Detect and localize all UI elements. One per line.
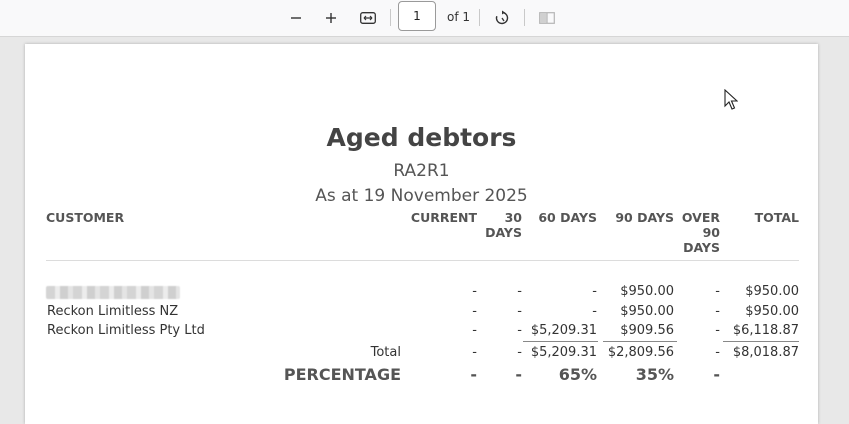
- mouse-cursor-icon: [724, 89, 738, 110]
- percentage-over-90: -: [713, 365, 720, 384]
- total-60-days: $5,209.31: [530, 345, 597, 360]
- cell-current: -: [472, 304, 477, 319]
- cell-current: -: [472, 323, 477, 338]
- cell-total: $950.00: [745, 304, 799, 319]
- header-over-line: OVER: [681, 210, 720, 225]
- toolbar-divider: [524, 9, 525, 26]
- cell-30-days: -: [517, 284, 522, 299]
- pdf-toolbar: of 1: [0, 0, 849, 37]
- cell-over-90: -: [715, 323, 720, 338]
- percentage-current: -: [470, 365, 477, 384]
- percentage-30-days: -: [515, 365, 522, 384]
- plus-icon: [326, 13, 336, 23]
- cell-over-90: -: [715, 304, 720, 319]
- page-count-label: of 1: [447, 10, 471, 24]
- cell-total: $6,118.87: [732, 323, 799, 338]
- rotate-icon: [495, 10, 509, 25]
- header-over-line: 90: [702, 225, 720, 240]
- header-30-days-line: DAYS: [485, 225, 522, 240]
- header-60-days: 60 DAYS: [538, 210, 597, 225]
- report-page: Aged debtors RA2R1 As at 19 November 202…: [25, 44, 818, 424]
- report-subtitle: RA2R1: [393, 161, 450, 181]
- cell-over-90: -: [715, 284, 720, 299]
- page-number-input[interactable]: [398, 1, 436, 31]
- total-30-days: -: [517, 345, 522, 360]
- toolbar-divider: [479, 9, 480, 26]
- percentage-60-days: 65%: [558, 365, 597, 384]
- two-page-icon: [539, 12, 555, 24]
- cell-total: $950.00: [745, 284, 799, 299]
- customer-name: Reckon Limitless NZ: [47, 304, 179, 319]
- header-over-90-days: OVER 90 DAYS: [675, 210, 720, 255]
- fit-width-icon: [360, 12, 376, 24]
- subtotal-line: [523, 341, 598, 342]
- subtotal-line: [723, 341, 799, 342]
- zoom-out-button[interactable]: [286, 8, 306, 28]
- cell-60-days: $5,209.31: [530, 323, 597, 338]
- redacted-customer-name: [46, 286, 180, 299]
- total-total: $8,018.87: [732, 345, 799, 360]
- rotate-button[interactable]: [492, 8, 512, 28]
- minus-icon: [291, 17, 301, 19]
- two-page-button[interactable]: [537, 8, 557, 28]
- percentage-90-days: 35%: [635, 365, 674, 384]
- header-current: CURRENT: [410, 210, 477, 225]
- header-divider: [46, 260, 799, 261]
- total-90-days: $2,809.56: [607, 345, 674, 360]
- cell-30-days: -: [517, 323, 522, 338]
- report-date: As at 19 November 2025: [315, 186, 528, 206]
- cell-90-days: $950.00: [620, 284, 674, 299]
- header-total: TOTAL: [754, 210, 799, 225]
- cell-90-days: $909.56: [620, 323, 674, 338]
- customer-name: Reckon Limitless Pty Ltd: [47, 323, 205, 338]
- cell-current: -: [472, 284, 477, 299]
- header-over-line: DAYS: [683, 240, 720, 255]
- subtotal-line: [603, 341, 677, 342]
- zoom-in-button[interactable]: [321, 8, 341, 28]
- cell-30-days: -: [517, 304, 522, 319]
- header-30-days: 30 DAYS: [475, 210, 522, 240]
- toolbar-divider: [390, 9, 391, 26]
- header-90-days: 90 DAYS: [615, 210, 674, 225]
- header-30-days-line: 30: [504, 210, 522, 225]
- cell-90-days: $950.00: [620, 304, 674, 319]
- header-customer: CUSTOMER: [46, 210, 125, 225]
- total-over-90: -: [715, 345, 720, 360]
- total-current: -: [472, 345, 477, 360]
- report-title: Aged debtors: [326, 123, 517, 152]
- fit-width-button[interactable]: [358, 8, 378, 28]
- total-label: Total: [370, 345, 401, 360]
- percentage-label: PERCENTAGE: [283, 365, 401, 384]
- cell-60-days: -: [592, 284, 597, 299]
- cell-60-days: -: [592, 304, 597, 319]
